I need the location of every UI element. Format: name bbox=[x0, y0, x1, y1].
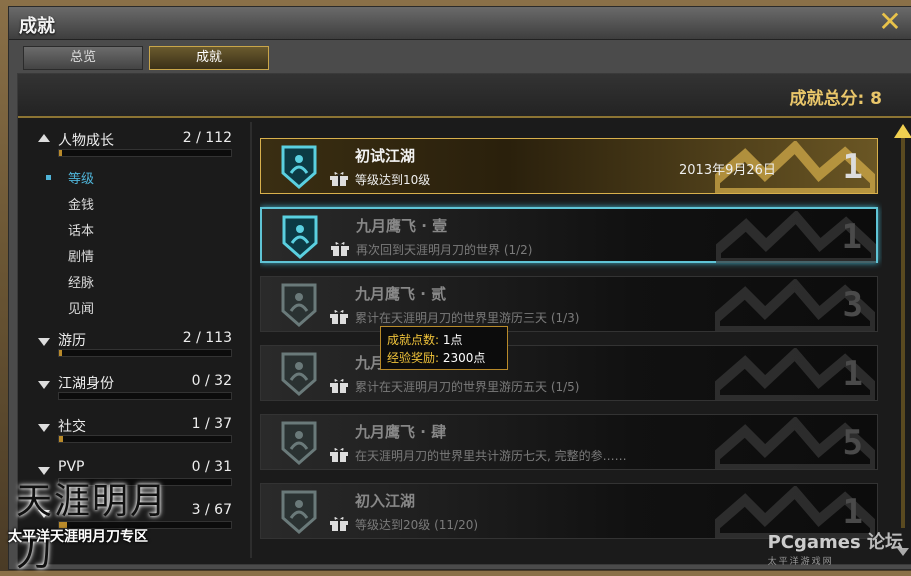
window-title: 成就 bbox=[19, 16, 55, 37]
exp-label: 经验奖励: bbox=[387, 351, 440, 365]
category-name: 人物成长 bbox=[58, 133, 114, 149]
achievement-badge-icon bbox=[275, 281, 323, 329]
site-caption: 太平洋天涯明月刀专区 bbox=[8, 529, 148, 545]
category-progress bbox=[58, 349, 232, 357]
achievement-name: 九月鹰飞 · 肆 bbox=[355, 423, 447, 441]
brand-name: PCgames bbox=[767, 532, 861, 553]
scroll-up-arrow-icon[interactable] bbox=[894, 124, 911, 138]
category-progress bbox=[58, 392, 232, 400]
close-icon[interactable]: ✕ bbox=[877, 8, 903, 36]
achievement-desc: 等级达到20级 (11/20) bbox=[355, 518, 479, 532]
achievement-date: 2013年9月26日 bbox=[679, 163, 776, 178]
site-watermark-left: 天涯明月刀 太平洋天涯明月刀专区 bbox=[6, 470, 186, 574]
gift-icon[interactable] bbox=[329, 169, 349, 187]
forum-label: 论坛 bbox=[867, 532, 903, 553]
achievement-list: 初试江湖 等级达到10级 2013年9月26日 1 九月鹰飞 · 壹再次回到天涯明月刀的… bbox=[260, 138, 882, 556]
subcategory-story-book[interactable]: 话本 bbox=[68, 220, 94, 239]
achievement-desc: 在天涯明月刀的世界里共计游历七天, 完整的参…… bbox=[355, 449, 627, 463]
ach-first-steps[interactable]: 初试江湖等级达到10级 2013年9月26日 1 bbox=[260, 138, 880, 198]
site-watermark-right: PCgames 论坛 太平洋游戏网 bbox=[768, 528, 903, 567]
selected-marker bbox=[46, 175, 51, 180]
points-value: 1点 bbox=[442, 333, 463, 347]
achievement-points: 5 bbox=[842, 423, 863, 463]
tab-achievements[interactable]: 成就 bbox=[149, 46, 269, 70]
progress-fill bbox=[59, 436, 63, 442]
achievement-desc: 等级达到10级 bbox=[355, 173, 431, 187]
score-strip: 成就总分: 8 bbox=[18, 74, 911, 118]
subcategory-money[interactable]: 金钱 bbox=[68, 194, 94, 213]
category-count: 2 / 113 bbox=[182, 330, 232, 346]
achievement-name: 九月鹰飞 · 壹 bbox=[356, 217, 448, 235]
achievement-desc: 累计在天涯明月刀的世界里游历三天 (1/3) bbox=[355, 311, 580, 325]
category-identity[interactable]: 江湖身份 0 / 32 bbox=[30, 369, 242, 405]
gift-icon[interactable] bbox=[329, 445, 349, 463]
category-count: 1 / 37 bbox=[191, 416, 232, 432]
brand-subtitle: 太平洋游戏网 bbox=[767, 557, 834, 567]
points-label: 成就点数: bbox=[387, 333, 440, 347]
expand-arrow-icon[interactable] bbox=[38, 338, 50, 346]
gift-icon[interactable] bbox=[330, 239, 350, 257]
total-score: 成就总分: 8 bbox=[789, 89, 882, 109]
expand-arrow-icon[interactable] bbox=[38, 381, 50, 389]
game-logo: 天涯明月刀 bbox=[16, 481, 169, 574]
category-progress bbox=[58, 149, 232, 157]
category-name: 江湖身份 bbox=[58, 376, 114, 392]
subcategory-insight[interactable]: 见闻 bbox=[68, 298, 94, 317]
collapse-arrow-icon[interactable] bbox=[38, 134, 50, 142]
achievement-points: 1 bbox=[841, 217, 862, 257]
category-growth[interactable]: 人物成长 2 / 112 bbox=[30, 126, 242, 162]
category-progress bbox=[58, 435, 232, 443]
category-count: 3 / 67 bbox=[191, 502, 232, 518]
reward-tooltip: 成就点数: 1点 经验奖励: 2300点 bbox=[380, 326, 508, 370]
achievement-points: 1 bbox=[842, 147, 863, 187]
ach-sept-eagle-3[interactable]: 九月鹰飞 · 叁累计在天涯明月刀的世界里游历五天 (1/5)1 bbox=[260, 345, 880, 405]
category-count: 2 / 112 bbox=[182, 130, 232, 146]
subcategory-level[interactable]: 等级 bbox=[68, 168, 94, 187]
achievement-points: 1 bbox=[842, 354, 863, 394]
gift-icon[interactable] bbox=[329, 376, 349, 394]
category-name: 游历 bbox=[58, 333, 86, 349]
progress-fill bbox=[59, 350, 62, 356]
category-social[interactable]: 社交 1 / 37 bbox=[30, 412, 242, 448]
expand-arrow-icon[interactable] bbox=[38, 424, 50, 432]
achievement-badge-icon bbox=[275, 350, 323, 398]
achievement-points: 3 bbox=[842, 285, 863, 325]
subcategory-meridian[interactable]: 经脉 bbox=[68, 272, 94, 291]
ach-sept-eagle-4[interactable]: 九月鹰飞 · 肆在天涯明月刀的世界里共计游历七天, 完整的参…… 5 bbox=[260, 414, 880, 474]
category-travel[interactable]: 游历 2 / 113 bbox=[30, 326, 242, 362]
achievement-desc: 再次回到天涯明月刀的世界 (1/2) bbox=[356, 243, 533, 257]
title-bar: 成就 ✕ bbox=[9, 7, 911, 40]
gift-icon[interactable] bbox=[329, 307, 349, 325]
achievement-name: 初试江湖 bbox=[355, 147, 416, 165]
achievement-badge-icon bbox=[275, 419, 323, 467]
category-count: 0 / 31 bbox=[191, 459, 232, 475]
panel-divider bbox=[250, 122, 252, 558]
category-name: 社交 bbox=[58, 419, 86, 435]
progress-fill bbox=[59, 150, 62, 156]
gift-icon[interactable] bbox=[329, 514, 349, 532]
achievement-badge-icon bbox=[275, 488, 323, 536]
subcategory-plot[interactable]: 剧情 bbox=[68, 246, 94, 265]
achievement-badge-icon bbox=[275, 143, 323, 191]
achievement-points: 1 bbox=[842, 492, 863, 532]
achievement-name: 初入江湖 bbox=[355, 492, 416, 510]
tab-overview[interactable]: 总览 bbox=[23, 46, 143, 70]
ach-sept-eagle-2[interactable]: 九月鹰飞 · 贰累计在天涯明月刀的世界里游历三天 (1/3) 3 bbox=[260, 276, 880, 336]
exp-value: 2300点 bbox=[442, 351, 486, 365]
scrollbar[interactable] bbox=[894, 124, 911, 556]
ach-sept-eagle-1[interactable]: 九月鹰飞 · 壹再次回到天涯明月刀的世界 (1/2) 1 bbox=[260, 207, 881, 268]
category-count: 0 / 32 bbox=[191, 373, 232, 389]
achievement-badge-icon bbox=[276, 213, 324, 261]
scroll-track[interactable] bbox=[901, 138, 905, 528]
achievement-desc: 累计在天涯明月刀的世界里游历五天 (1/5) bbox=[355, 380, 580, 394]
achievement-name: 九月鹰飞 · 贰 bbox=[355, 285, 447, 303]
